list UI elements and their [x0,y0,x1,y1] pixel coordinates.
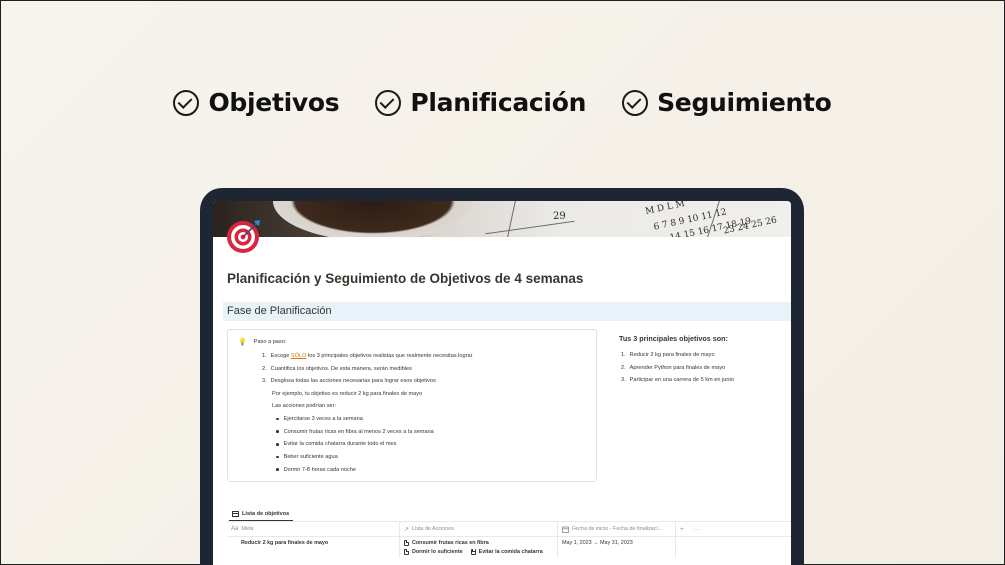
bullet-text: Beber suficiente agua [283,453,338,460]
text-type-icon: Aa [231,526,239,532]
action-link[interactable]: Consumir frutas ricas en fibra [404,540,489,546]
bullet-dot [276,430,279,433]
bullet-dot [276,442,279,446]
goal-text: Reducir 2 kg para finales de mayo [629,352,715,359]
table-icon [232,510,239,517]
target-icon[interactable] [226,218,262,254]
notion-page: 29 M D L M 6 7 8 9 10 11 12 14 15 16 17 … [213,201,791,565]
bullet-dot [276,455,279,459]
feature-seguimiento: Seguimiento [622,88,832,117]
list-item: 2. Cuantifica los objetivos. De esta man… [238,363,586,376]
more-options-icon[interactable]: ··· [693,526,700,533]
action-label: Consumir frutas ricas en fibra [412,540,489,546]
list-number: 1. [621,352,626,359]
goal-text: Participar en una carrera de 5 km en jun… [629,377,734,384]
bullet-text: Consumir frutas ricas en fibra al menos … [283,428,434,435]
example-text: Por ejemplo, tu objetivo es reducir 2 kg… [272,390,423,397]
action-row: Consumir frutas ricas en fibra [404,540,543,546]
feature-objetivos: Objetivos [173,88,340,117]
database-table: Aa Meta ↗ Lista de Acciones Fecha de ini… [227,521,791,558]
page-icon [470,548,476,555]
goal-item: 2. Aprender Python para finales de mayo [619,362,789,375]
tab-lista-de-objetivos[interactable]: Lista de objetivos [229,507,293,521]
acciones-cell[interactable]: Consumir frutas ricas en fibra Dormir lo… [400,537,558,558]
list-number: 2. [621,364,626,371]
list-item: 1. Escoge SÓLO los 3 principales objetiv… [238,350,586,363]
goals-block: Tus 3 principales objetivos son: 1. Reduc… [619,334,789,387]
check-circle-icon [375,89,402,116]
goals-title: Tus 3 principales objetivos son: [619,334,728,343]
page-icon [404,540,409,546]
action-label: Evitar la comida chatarra [478,548,543,555]
list-number: 3. [621,377,626,384]
bullet-item: Evitar la comida chatarra durante todo e… [238,438,586,451]
feature-label: Planificación [410,88,587,117]
actions-intro: Las acciones podrían ser: [272,403,337,410]
column-label: Lista de Acciones [412,526,454,532]
list-number: 3. [262,378,267,385]
callout-title: Paso a paso: [253,339,287,345]
check-circle-icon [173,89,200,116]
callout-header: 💡 Paso a paso: [238,338,586,346]
calendar-number: 29 [553,211,566,222]
list-item: 3. Desglosa todas las acciones necesaria… [238,375,586,388]
bullet-item: Ejercitarse 3 veces a la semana [238,413,586,426]
tab-label: Lista de objetivos [242,510,290,517]
callout-block: 💡 Paso a paso: 1. Escoge SÓLO los 3 prin… [227,329,597,482]
list-text: Cuantifica los objetivos. De esta manera… [270,365,412,372]
feature-label: Seguimiento [657,88,832,117]
column-header-actions: + ··· [676,522,791,536]
column-header-fechas[interactable]: Fecha de inicio - Fecha de finalizaci... [558,522,676,536]
calendar-text: M D L M [644,201,686,218]
list-number: 1. [262,353,267,360]
bullet-text: Ejercitarse 3 veces a la semana [283,415,363,422]
lightbulb-icon: 💡 [238,339,247,346]
column-header-meta[interactable]: Aa Meta [227,522,400,536]
bullet-item: Consumir frutas ricas en fibra al menos … [238,425,586,438]
page-icon [404,548,409,555]
laptop-frame: 29 M D L M 6 7 8 9 10 11 12 14 15 16 17 … [200,188,804,565]
feature-label: Objetivos [208,88,340,117]
bullet-dot [276,417,279,421]
fechas-cell[interactable]: May 1, 2023 → May 31, 2023 [558,537,676,558]
bullet-item: Beber suficiente agua [238,451,586,464]
bullet-item: Dormir 7-8 horas cada noche [238,463,586,476]
table-row[interactable]: Reducir 2 kg para finales de mayo Consum… [227,536,791,558]
feature-planificacion: Planificación [375,88,586,117]
relation-icon: ↗ [404,526,410,533]
calendar-line [506,201,517,237]
page-title: Planificación y Seguimiento de Objetivos… [227,271,584,286]
column-label: Fecha de inicio - Fecha de finalizaci... [572,526,663,532]
section-heading: Fase de Planificación [223,302,791,321]
list-text: Desglosa todas las acciones necesarias p… [270,378,436,385]
list-text: Escoge SÓLO los 3 principales objetivos … [271,353,473,359]
bullet-dot [276,468,279,471]
calendar-icon [562,526,569,533]
highlighted-text: SÓLO [290,353,307,360]
text-segment: los 3 principales objetivos realistas qu… [306,353,473,360]
action-list: Consumir frutas ricas en fibra Dormir lo… [404,540,543,555]
action-link[interactable]: Evitar la comida chatarra [470,548,543,555]
check-circle-icon [622,89,649,116]
action-label: Dormir lo suficiente [412,548,463,555]
goal-item: 1. Reducir 2 kg para finales de mayo [619,349,789,362]
empty-cell [676,537,791,558]
column-header-acciones[interactable]: ↗ Lista de Acciones [400,522,558,536]
action-link[interactable]: Dormir lo suficiente [404,548,463,555]
goal-text: Aprender Python para finales de mayo [629,364,726,371]
bullet-text: Dormir 7-8 horas cada noche [283,466,357,473]
bullet-text: Evitar la comida chatarra durante todo e… [283,441,397,448]
meta-cell[interactable]: Reducir 2 kg para finales de mayo [227,537,400,558]
coffee-cup-image [273,201,473,237]
list-number: 2. [262,365,267,372]
goal-item: 3. Participar en una carrera de 5 km en j… [619,374,789,387]
features-row: Objetivos Planificación Seguimiento [0,88,1005,117]
action-row: Dormir lo suficiente Evitar la comida ch… [404,548,543,555]
add-column-icon[interactable]: + [680,526,684,533]
page-cover-image: 29 M D L M 6 7 8 9 10 11 12 14 15 16 17 … [213,201,791,237]
text-segment: Escoge [270,353,291,360]
table-header-row: Aa Meta ↗ Lista de Acciones Fecha de ini… [227,521,791,536]
calendar-line [485,220,575,235]
column-label: Meta [241,526,254,532]
